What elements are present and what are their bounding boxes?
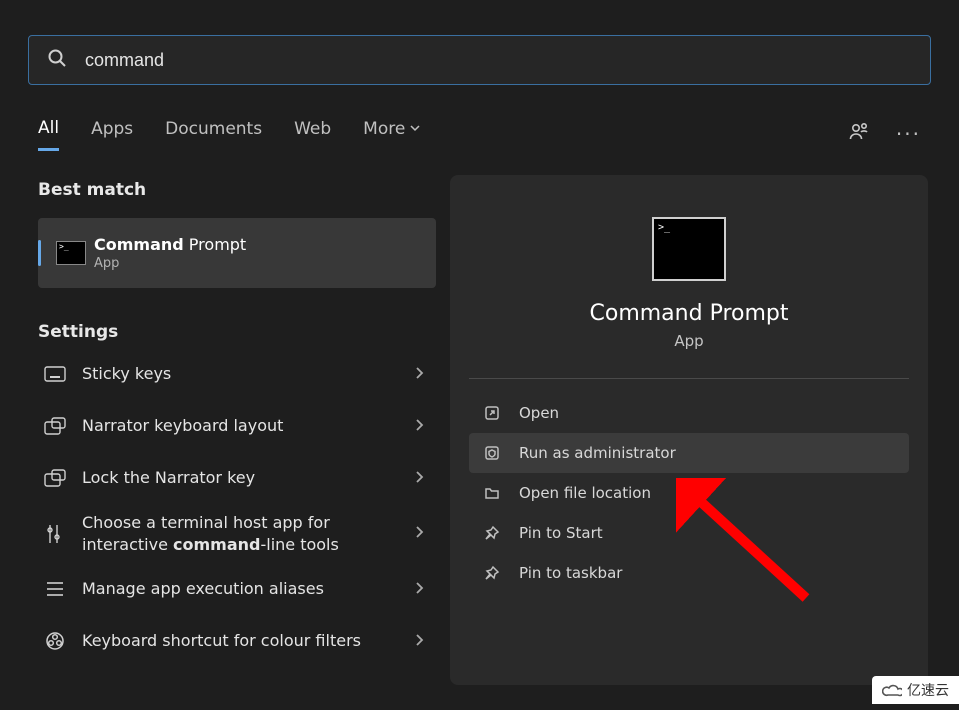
- settings-item-label: Sticky keys: [82, 363, 414, 385]
- colour-filter-icon: [44, 631, 66, 651]
- open-icon: [483, 405, 501, 421]
- best-match-subtitle: App: [94, 256, 246, 271]
- divider: [469, 378, 909, 379]
- watermark: 亿速云: [872, 676, 959, 704]
- tab-row: All Apps Documents Web More ···: [38, 112, 921, 156]
- accounts-icon[interactable]: [848, 121, 870, 147]
- action-open-file-location[interactable]: Open file location: [469, 473, 909, 513]
- best-match-title: Command Prompt: [94, 235, 246, 254]
- settings-list: Sticky keys Narrator keyboard layout Loc…: [38, 348, 436, 667]
- tab-more[interactable]: More: [363, 119, 421, 149]
- cloud-icon: [882, 682, 902, 698]
- tabs: All Apps Documents Web More: [38, 118, 421, 151]
- tab-web[interactable]: Web: [294, 119, 331, 149]
- action-label: Run as administrator: [519, 444, 676, 462]
- preview-app-icon: [652, 217, 726, 281]
- settings-item-lock-narrator[interactable]: Lock the Narrator key: [38, 452, 436, 504]
- narrator-keyboard-icon: [44, 417, 66, 435]
- settings-item-label: Lock the Narrator key: [82, 467, 414, 489]
- preview-title: Command Prompt: [590, 301, 789, 326]
- preview-panel: Command Prompt App Open Run as administr…: [450, 175, 928, 685]
- search-icon: [47, 48, 67, 72]
- tab-more-label: More: [363, 119, 405, 139]
- results-panel: Best match Command Prompt App Settings S…: [38, 180, 436, 667]
- command-prompt-icon: [56, 241, 86, 265]
- action-label: Open file location: [519, 484, 651, 502]
- action-label: Pin to taskbar: [519, 564, 622, 582]
- aliases-icon: [44, 580, 66, 598]
- settings-item-label: Narrator keyboard layout: [82, 415, 414, 437]
- actions-list: Open Run as administrator Open file loca…: [469, 393, 909, 593]
- best-match-item[interactable]: Command Prompt App: [38, 218, 436, 288]
- chevron-right-icon: [414, 580, 424, 599]
- chevron-right-icon: [414, 469, 424, 488]
- chevron-right-icon: [414, 365, 424, 384]
- tab-documents[interactable]: Documents: [165, 119, 262, 149]
- action-run-as-administrator[interactable]: Run as administrator: [469, 433, 909, 473]
- chevron-right-icon: [414, 632, 424, 651]
- action-open[interactable]: Open: [469, 393, 909, 433]
- narrator-lock-icon: [44, 469, 66, 487]
- preview-subtitle: App: [674, 332, 703, 350]
- settings-item-narrator-layout[interactable]: Narrator keyboard layout: [38, 400, 436, 452]
- search-input[interactable]: [85, 50, 912, 71]
- terminal-host-icon: [44, 523, 66, 545]
- settings-item-terminal-host[interactable]: Choose a terminal host app for interacti…: [38, 504, 436, 563]
- settings-item-label: Choose a terminal host app for interacti…: [82, 512, 414, 555]
- tab-apps[interactable]: Apps: [91, 119, 133, 149]
- chevron-right-icon: [414, 417, 424, 436]
- pin-icon: [483, 525, 501, 541]
- settings-header: Settings: [38, 322, 436, 342]
- action-label: Pin to Start: [519, 524, 603, 542]
- shield-icon: [483, 445, 501, 461]
- watermark-text: 亿速云: [907, 680, 949, 700]
- settings-item-colour-filters[interactable]: Keyboard shortcut for colour filters: [38, 615, 436, 667]
- keyboard-icon: [44, 366, 66, 382]
- chevron-down-icon: [409, 119, 421, 139]
- best-match-header: Best match: [38, 180, 436, 200]
- settings-item-label: Manage app execution aliases: [82, 578, 414, 600]
- pin-icon: [483, 565, 501, 581]
- more-options-icon[interactable]: ···: [896, 122, 921, 146]
- search-bar[interactable]: [28, 35, 931, 85]
- action-pin-to-start[interactable]: Pin to Start: [469, 513, 909, 553]
- action-label: Open: [519, 404, 559, 422]
- settings-item-execution-aliases[interactable]: Manage app execution aliases: [38, 563, 436, 615]
- chevron-right-icon: [414, 524, 424, 543]
- settings-item-label: Keyboard shortcut for colour filters: [82, 630, 414, 652]
- folder-icon: [483, 485, 501, 501]
- settings-item-sticky-keys[interactable]: Sticky keys: [38, 348, 436, 400]
- tab-all[interactable]: All: [38, 118, 59, 151]
- action-pin-to-taskbar[interactable]: Pin to taskbar: [469, 553, 909, 593]
